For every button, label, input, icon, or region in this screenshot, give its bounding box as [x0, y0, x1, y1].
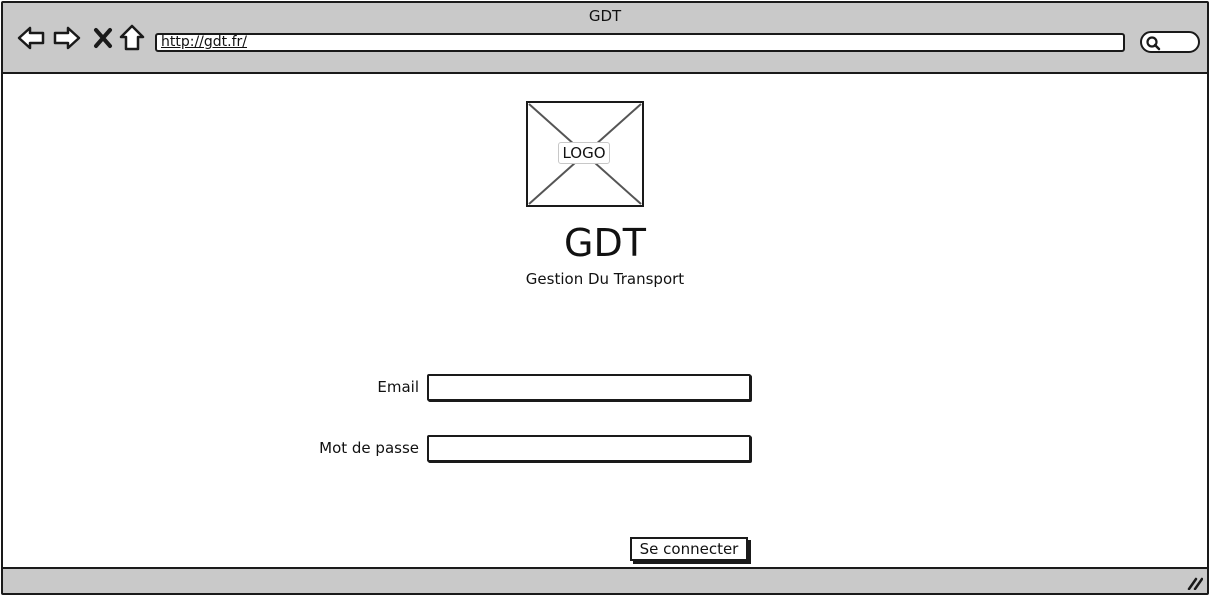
page-content: LOGO GDT Gestion Du Transport Email Mot … [3, 74, 1207, 571]
window-title: GDT [588, 7, 622, 25]
forward-arrow-icon [53, 26, 81, 50]
back-arrow-icon [17, 26, 45, 50]
logo-placeholder: LOGO [526, 101, 644, 207]
home-icon [119, 24, 145, 51]
login-button[interactable]: Se connecter [630, 537, 748, 561]
stop-button[interactable] [88, 23, 118, 53]
browser-window: GDT http://gdt.fr/ LOGO GDT Gestion Du T… [1, 1, 1209, 595]
browser-toolbar: GDT http://gdt.fr/ [3, 3, 1207, 74]
password-field[interactable] [427, 435, 751, 462]
resize-grip-icon[interactable] [1187, 576, 1203, 590]
address-bar[interactable]: http://gdt.fr/ [155, 33, 1125, 52]
page-subtitle: Gestion Du Transport [525, 270, 685, 288]
search-icon [1146, 36, 1161, 51]
logo-label: LOGO [558, 142, 610, 164]
page-title: GDT [564, 221, 646, 265]
email-label: Email [377, 378, 419, 396]
close-icon [94, 28, 112, 48]
home-button[interactable] [117, 23, 147, 53]
search-button[interactable] [1140, 31, 1200, 53]
forward-button[interactable] [52, 23, 82, 53]
email-field[interactable] [427, 374, 751, 401]
password-label: Mot de passe [319, 439, 419, 457]
status-bar [3, 567, 1207, 593]
back-button[interactable] [16, 23, 46, 53]
